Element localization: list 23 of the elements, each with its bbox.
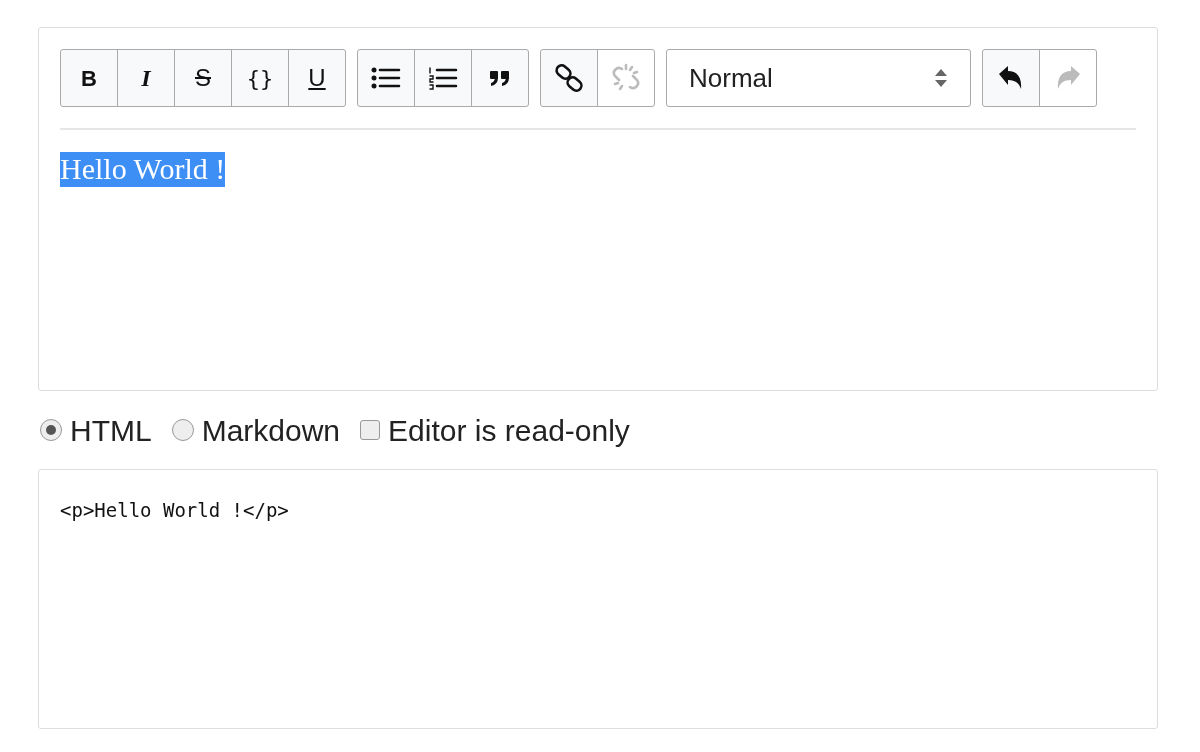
broken-link-icon — [611, 63, 641, 93]
quote-icon — [488, 68, 512, 88]
radio-button[interactable] — [171, 419, 194, 441]
option-label: HTML — [70, 412, 152, 449]
italic-button[interactable]: I — [117, 49, 175, 107]
chain-link-icon — [554, 63, 584, 93]
html-output: <p>Hello World !</p> — [60, 499, 289, 521]
code-button[interactable]: {} — [231, 49, 289, 107]
quote-button[interactable] — [471, 49, 529, 107]
list-icon — [371, 66, 401, 90]
underline-button[interactable]: U — [288, 49, 346, 107]
format-select[interactable]: Normal — [666, 49, 971, 107]
link-button[interactable] — [540, 49, 598, 107]
numbered-list-icon — [428, 66, 458, 90]
checkbox[interactable] — [360, 420, 381, 440]
strike-button[interactable]: S — [174, 49, 232, 107]
option-label: Markdown — [201, 412, 341, 449]
undo-button[interactable] — [982, 49, 1040, 107]
radio-button[interactable] — [40, 419, 62, 441]
bullet-list-button[interactable] — [357, 49, 415, 107]
bold-button[interactable]: B — [60, 49, 118, 107]
ordered-list-button[interactable] — [414, 49, 472, 107]
option-label: Editor is read-only — [388, 412, 630, 449]
